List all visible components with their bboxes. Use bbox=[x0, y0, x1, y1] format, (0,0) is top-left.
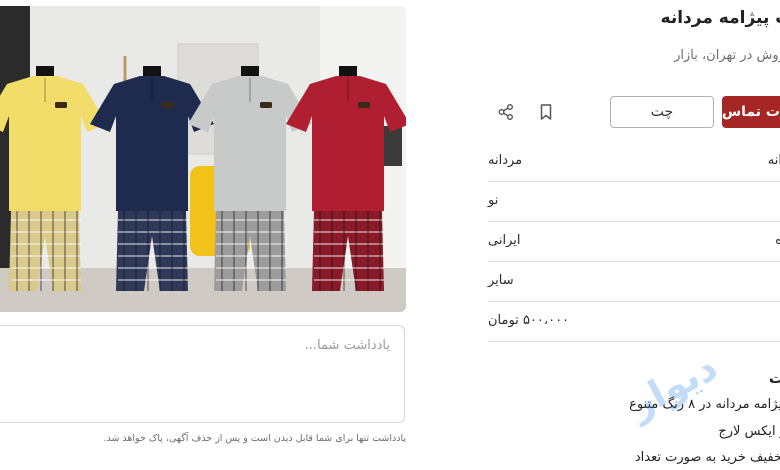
details-list: مردانه انه نو ایرانی ه سایر ۵۰۰،۰۰۰ توما… bbox=[488, 142, 780, 342]
note-input[interactable] bbox=[0, 326, 404, 422]
chat-button[interactable]: چت bbox=[610, 96, 714, 128]
detail-row: ۵۰۰،۰۰۰ تومان bbox=[488, 302, 780, 342]
watermark-text: دیوار bbox=[622, 344, 725, 427]
product-image[interactable] bbox=[0, 6, 406, 312]
detail-row: سایر bbox=[488, 262, 780, 302]
description-line: و ایکس لارج bbox=[718, 424, 780, 439]
detail-key: ه bbox=[775, 233, 780, 248]
share-icon[interactable] bbox=[497, 103, 515, 121]
watermark-logo: دیوار bbox=[622, 345, 780, 458]
note-hint: یادداشت تنها برای شما قابل دیدن است و پس… bbox=[103, 433, 406, 444]
contact-info-button[interactable]: ت تماس bbox=[722, 96, 780, 128]
bookmark-icon[interactable] bbox=[537, 103, 555, 121]
detail-row: نو bbox=[488, 182, 780, 222]
detail-value: سایر bbox=[488, 273, 514, 288]
detail-value: مردانه bbox=[488, 153, 523, 168]
description-line: تخفیف خرید به صورت تعداد bbox=[634, 450, 780, 465]
detail-row: ایرانی ه bbox=[488, 222, 780, 262]
detail-key: انه bbox=[767, 153, 780, 168]
location-text: فروش در تهران، بازار bbox=[674, 48, 780, 63]
note-box[interactable] bbox=[0, 325, 405, 423]
detail-row: مردانه انه bbox=[488, 142, 780, 182]
page-title: ست پیژامه مردانه bbox=[660, 8, 780, 28]
detail-value: ۵۰۰،۰۰۰ تومان bbox=[488, 313, 570, 328]
detail-value: نو bbox=[488, 193, 499, 208]
description-heading: ت bbox=[768, 369, 780, 387]
product-photo-illustration bbox=[0, 6, 406, 312]
description-line: پیژامه مردانه در ۸ رنگ متنوع bbox=[629, 397, 780, 412]
detail-value: ایرانی bbox=[488, 233, 521, 248]
